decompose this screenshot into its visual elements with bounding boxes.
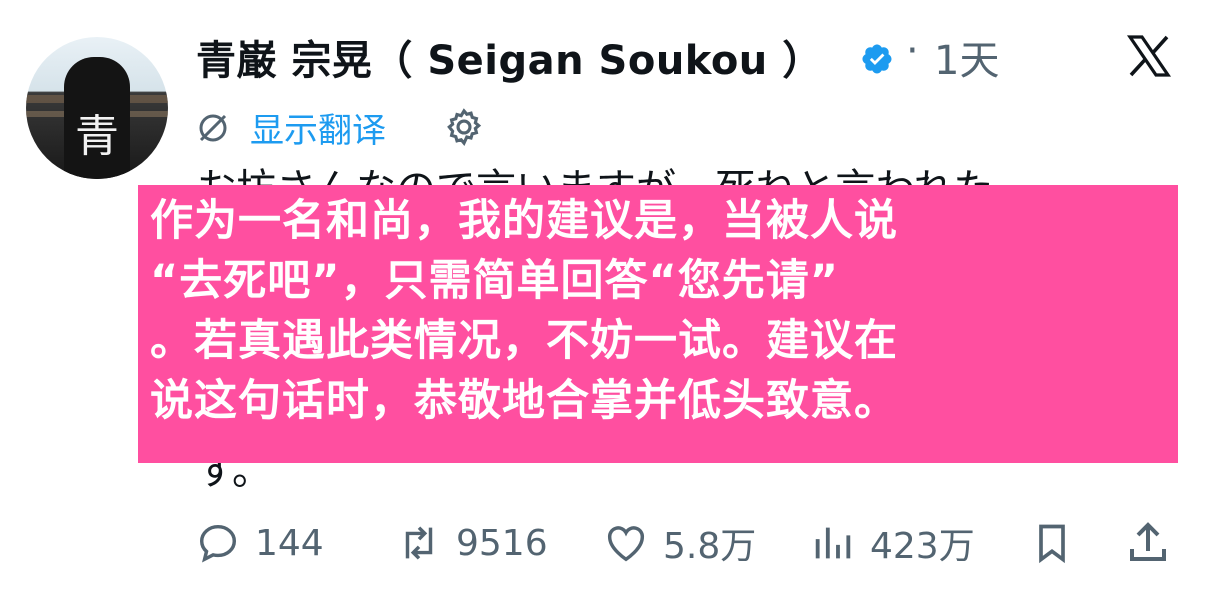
like-button[interactable]: 5.8万 <box>603 515 756 571</box>
gear-icon[interactable] <box>443 106 485 148</box>
repost-count: 9516 <box>456 522 548 564</box>
repost-icon <box>405 526 433 560</box>
x-logo-icon[interactable] <box>1124 32 1174 80</box>
reply-icon <box>199 524 237 563</box>
avatar[interactable]: 青 <box>26 37 168 179</box>
reply-button[interactable]: 144 <box>195 515 324 571</box>
avatar-calligraphy: 青 <box>75 111 119 162</box>
repost-button[interactable]: 9516 <box>396 515 548 571</box>
overlay-line: 说这句话时，恭敬地合掌并低头致意。 <box>150 376 898 426</box>
overlay-line: 作为一名和尚，我的建议是，当被人说 <box>150 196 898 246</box>
show-translation-link[interactable]: 显示翻译 <box>250 103 386 152</box>
analytics-icon <box>815 527 851 559</box>
bookmark-icon[interactable] <box>1030 519 1074 567</box>
heart-icon <box>607 526 645 562</box>
reply-count: 144 <box>255 522 324 564</box>
views-count: 423万 <box>870 526 975 567</box>
verified-badge-icon <box>862 44 892 74</box>
author-name[interactable]: 青巌 宗晃（ Seigan Soukou ） <box>196 28 823 86</box>
separator-dot: · <box>906 28 919 74</box>
overlay-line: “去死吧”，只需简单回答“您先请” <box>150 256 840 306</box>
views-button[interactable]: 423万 <box>810 515 975 571</box>
action-bar: 144 9516 5.8万 423万 <box>0 515 1206 575</box>
like-count: 5.8万 <box>663 526 757 567</box>
overlay-line: 。若真遇此类情况，不妨一试。建议在 <box>150 316 898 366</box>
share-icon[interactable] <box>1124 519 1172 567</box>
translation-overlay: 作为一名和尚，我的建议是，当被人说 “去死吧”，只需简单回答“您先请” 。若真遇… <box>138 185 1178 463</box>
translate-icon <box>199 114 227 142</box>
post-time[interactable]: 1天 <box>934 28 999 86</box>
